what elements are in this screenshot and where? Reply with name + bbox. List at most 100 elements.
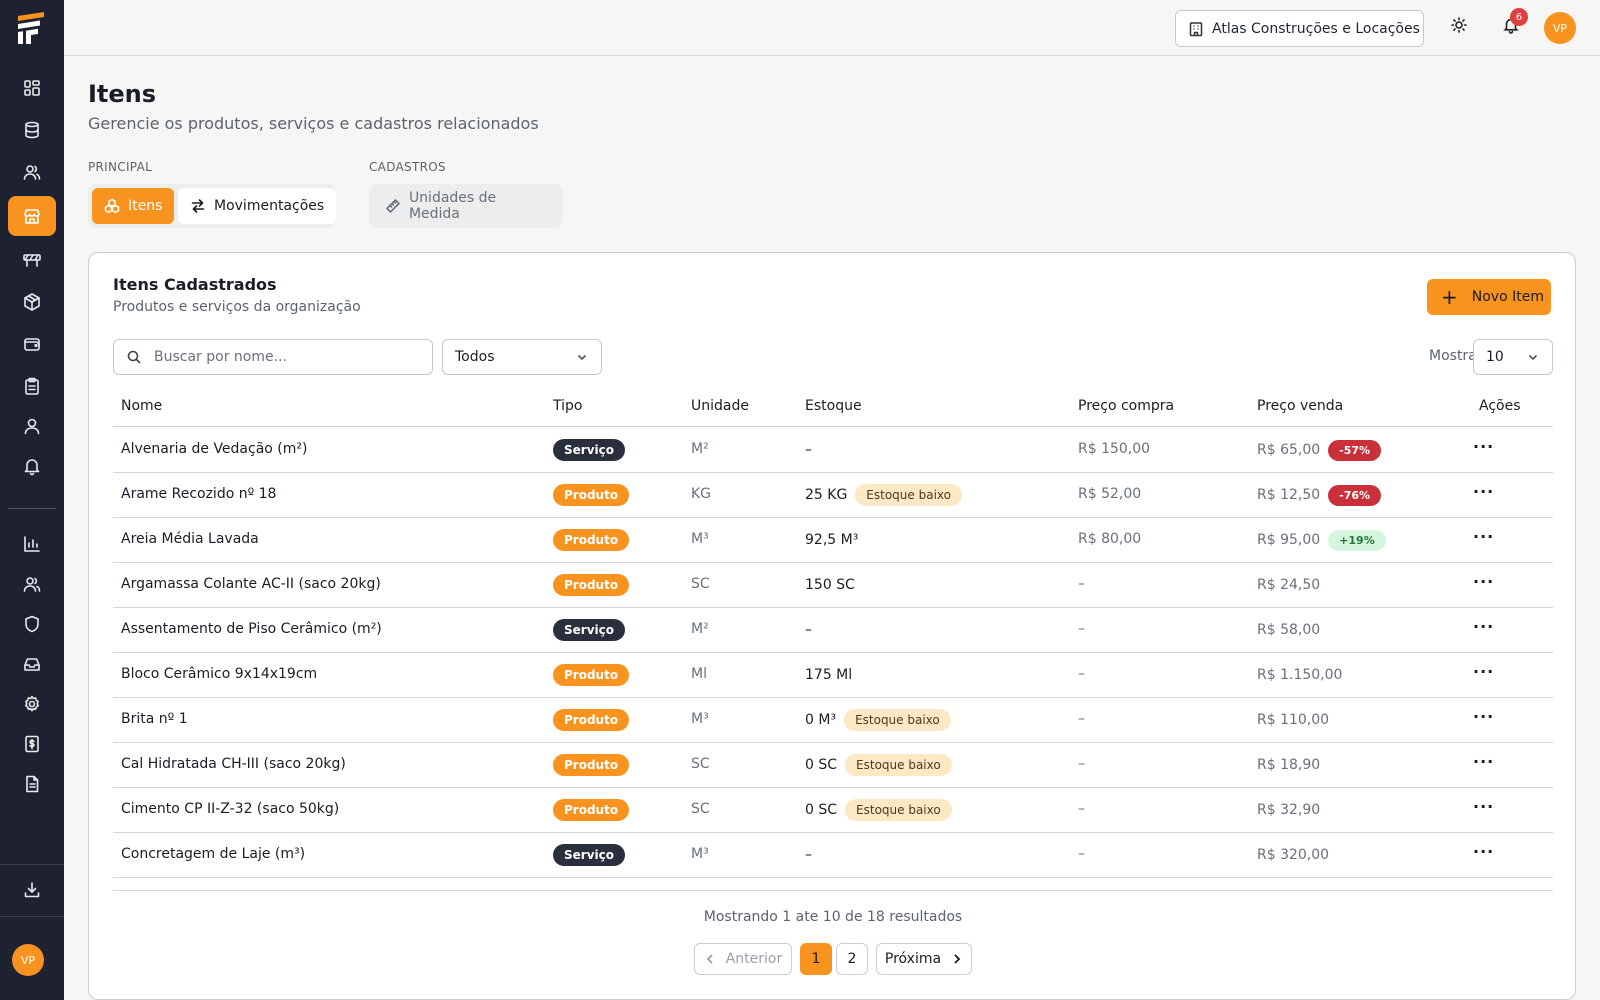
item-unit: M³ xyxy=(691,531,709,547)
gear-icon xyxy=(25,695,39,712)
package-icon xyxy=(24,293,40,311)
sidebar-item-dashboard[interactable] xyxy=(8,68,56,108)
sidebar-item-inbox[interactable] xyxy=(8,644,56,684)
sidebar-item-alerts[interactable] xyxy=(8,446,56,486)
building-icon xyxy=(1189,21,1203,36)
type-filter-select[interactable]: Todos xyxy=(442,339,602,375)
item-type-cell: Produto xyxy=(553,799,630,821)
item-purchase-price: R$ 150,00 xyxy=(1078,441,1151,457)
sidebar: VP xyxy=(0,0,64,1000)
sidebar-item-database[interactable] xyxy=(8,110,56,150)
sidebar-item-wallet[interactable] xyxy=(8,324,56,364)
table-row[interactable]: Brita nº 1 Produto M³ 0 M³ Estoque baixo – R$ … xyxy=(113,698,1553,743)
theme-toggle[interactable] xyxy=(1450,16,1472,38)
page-2-button[interactable]: 2 xyxy=(836,943,868,975)
dashboard-icon xyxy=(24,80,40,96)
page-size-value: 10 xyxy=(1486,349,1504,365)
item-purchase-price: – xyxy=(1078,621,1085,637)
item-purchase-price: R$ 52,00 xyxy=(1078,486,1142,502)
row-actions-button[interactable]: ··· xyxy=(1473,617,1494,636)
row-actions-button[interactable]: ··· xyxy=(1473,437,1494,456)
column-header-tipo[interactable]: Tipo xyxy=(553,398,582,414)
new-item-label: Novo Item xyxy=(1471,289,1544,305)
previous-page-button[interactable]: Anterior xyxy=(694,943,792,975)
item-type-badge: Serviço xyxy=(553,439,625,461)
sidebar-avatar[interactable]: VP xyxy=(12,944,44,976)
bell-icon xyxy=(24,459,40,476)
table-row[interactable]: Arame Recozido nº 18 Produto KG 25 KG Estoqu… xyxy=(113,473,1553,518)
boxes-icon xyxy=(104,198,120,214)
new-item-button[interactable]: + Novo Item xyxy=(1427,279,1551,315)
app-logo[interactable] xyxy=(14,10,50,46)
sidebar-item-settings[interactable] xyxy=(8,684,56,724)
row-actions-button[interactable]: ··· xyxy=(1473,707,1494,726)
column-header-preco-venda[interactable]: Preço venda xyxy=(1257,398,1343,414)
construction-barrier-icon xyxy=(23,254,41,267)
tab-movimentacoes-label: Movimentações xyxy=(214,198,325,214)
item-type-cell: Produto xyxy=(553,709,630,731)
item-type-cell: Produto xyxy=(553,664,630,686)
page-size-select[interactable]: 10 xyxy=(1473,339,1553,375)
tab-unidades-label: Unidades de Medida xyxy=(408,190,497,222)
sidebar-item-barrier[interactable] xyxy=(8,240,56,280)
sidebar-item-clients[interactable] xyxy=(8,152,56,192)
chevron-down-icon xyxy=(1528,354,1538,361)
item-stock-cell: 150 SC xyxy=(805,573,855,597)
low-stock-badge: Estoque baixo xyxy=(844,709,951,731)
row-actions-button[interactable]: ··· xyxy=(1473,842,1494,861)
table-row[interactable]: Concretagem de Laje (m³) Serviço M³ – – R$ 32… xyxy=(113,833,1553,878)
column-header-acoes: Ações xyxy=(1479,398,1521,414)
sidebar-item-security[interactable] xyxy=(8,604,56,644)
row-actions-button[interactable]: ··· xyxy=(1473,752,1494,771)
tab-movimentacoes[interactable]: Movimentações xyxy=(178,188,337,224)
type-filter-value: Todos xyxy=(455,349,495,365)
sidebar-item-products[interactable] xyxy=(8,282,56,322)
table-row[interactable]: Bloco Cerâmico 9x14x19cm Produto Ml 175 Ml –… xyxy=(113,653,1553,698)
tab-itens[interactable]: Itens xyxy=(92,188,175,224)
item-stock-cell: 0 M³ Estoque baixo xyxy=(805,708,951,732)
sidebar-item-documents[interactable] xyxy=(8,764,56,804)
table-row[interactable]: Cimento CP II-Z-32 (saco 50kg) Produto SC 0… xyxy=(113,788,1553,833)
tab-unidades-de-medida[interactable]: Unidades de Medida xyxy=(373,188,563,224)
item-unit: M³ xyxy=(691,711,709,727)
column-header-nome[interactable]: Nome xyxy=(121,398,162,414)
row-actions-button[interactable]: ··· xyxy=(1473,572,1494,591)
margin-badge: -76% xyxy=(1328,484,1382,506)
items-card: Itens Cadastrados Produtos e serviços da… xyxy=(88,252,1576,1000)
table-row[interactable]: Cal Hidratada CH-III (saco 20kg) Produto S… xyxy=(113,743,1553,788)
table-row[interactable]: Areia Média Lavada Produto M³ 92,5 M³ R$ 80,… xyxy=(113,518,1553,563)
user-avatar[interactable]: VP xyxy=(1544,12,1576,44)
next-page-button[interactable]: Próxima xyxy=(876,943,972,975)
organization-selector[interactable]: Atlas Construções e Locações xyxy=(1175,10,1424,47)
table-row[interactable]: Alvenaria de Vedação (m²) Serviço M² – R$ 15… xyxy=(113,428,1553,473)
row-actions-button[interactable]: ··· xyxy=(1473,662,1494,681)
item-type-cell: Serviço xyxy=(553,619,625,641)
row-actions-button[interactable]: ··· xyxy=(1473,482,1494,501)
item-purchase-price: – xyxy=(1078,666,1085,682)
row-actions-button[interactable]: ··· xyxy=(1473,527,1494,546)
column-header-estoque[interactable]: Estoque xyxy=(805,398,862,414)
column-header-unidade[interactable]: Unidade xyxy=(691,398,749,414)
sidebar-item-reports[interactable] xyxy=(8,524,56,564)
item-sale-price-cell: R$ 12,50 -76% xyxy=(1257,483,1382,507)
sidebar-item-profile[interactable] xyxy=(8,406,56,446)
item-stock-cell: – xyxy=(805,843,812,867)
invoice-dollar-icon xyxy=(25,735,39,753)
column-header-preco-compra[interactable]: Preço compra xyxy=(1078,398,1174,414)
sidebar-item-invoices[interactable] xyxy=(8,724,56,764)
table-row[interactable]: Argamassa Colante AC-II (saco 20kg) Produ… xyxy=(113,563,1553,608)
item-unit: M² xyxy=(691,621,709,637)
sidebar-item-store[interactable] xyxy=(8,196,56,236)
sidebar-item-download[interactable] xyxy=(8,870,56,910)
item-stock: – xyxy=(805,442,812,458)
item-type-cell: Produto xyxy=(553,754,630,776)
sidebar-item-team[interactable] xyxy=(8,564,56,604)
sidebar-item-checklist[interactable] xyxy=(8,366,56,406)
table-header: Nome Tipo Unidade Estoque Preço compra P… xyxy=(113,387,1553,427)
row-actions-button[interactable]: ··· xyxy=(1473,797,1494,816)
tab-itens-label: Itens xyxy=(128,198,163,214)
shield-icon xyxy=(25,615,39,633)
page-1-button[interactable]: 1 xyxy=(800,943,832,975)
search-input[interactable] xyxy=(154,349,404,365)
table-row[interactable]: Assentamento de Piso Cerâmico (m²) Serviç… xyxy=(113,608,1553,653)
